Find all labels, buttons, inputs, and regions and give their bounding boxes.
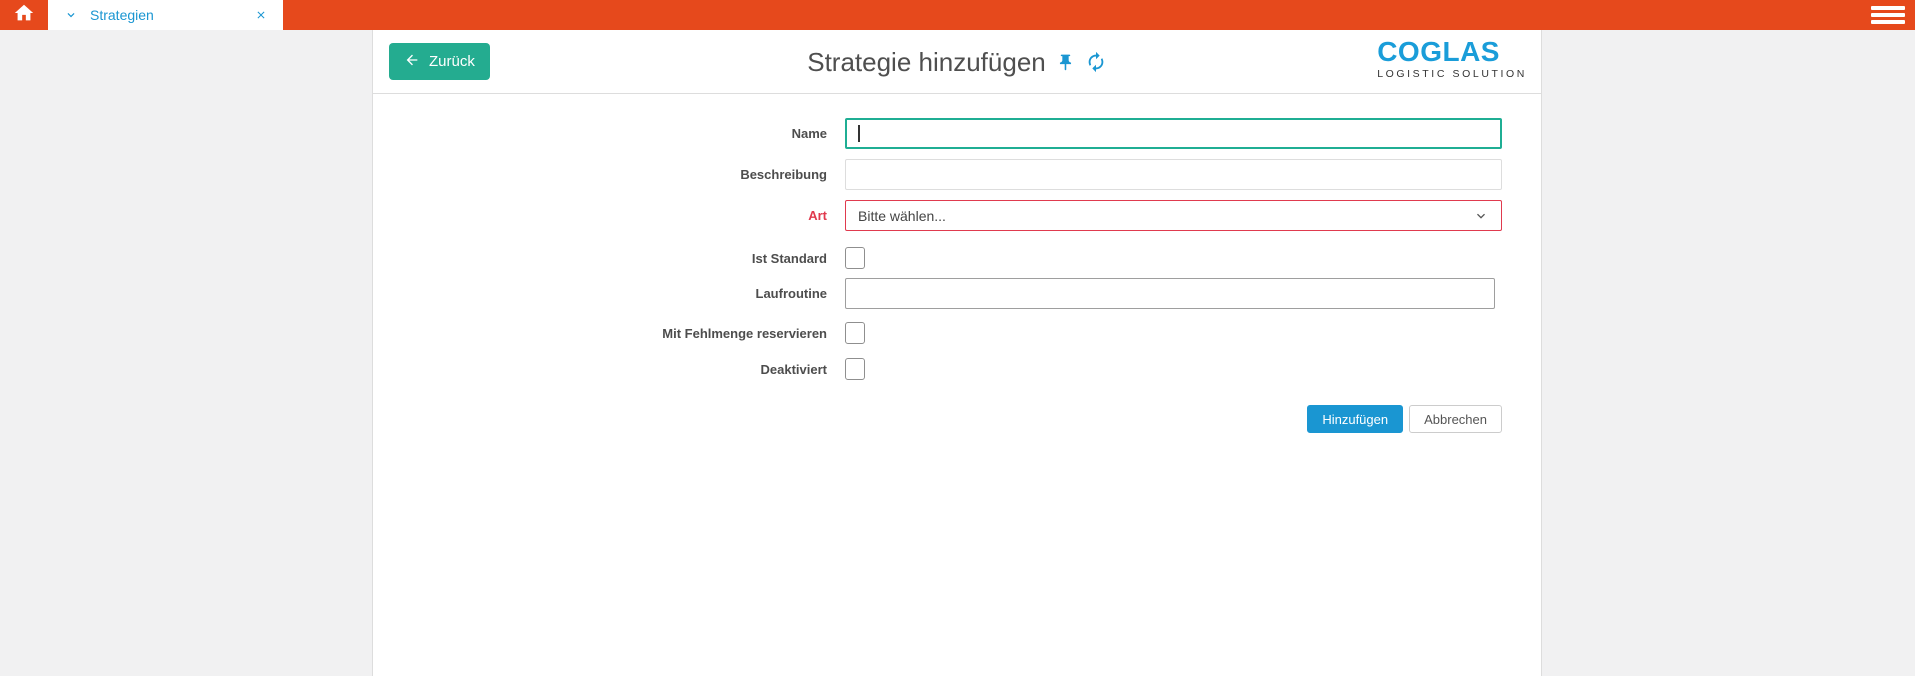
form-row-art: Art Bitte wählen...	[373, 200, 1541, 231]
text-caret	[858, 125, 860, 142]
ist-standard-label: Ist Standard	[373, 251, 827, 266]
form-row-laufroutine: Laufroutine	[373, 278, 1541, 309]
topbar-spacer	[283, 0, 1861, 30]
form-row-ist-standard: Ist Standard	[373, 247, 1541, 269]
deaktiviert-control	[845, 358, 1502, 380]
pin-icon[interactable]	[1056, 53, 1075, 72]
art-select-value: Bitte wählen...	[858, 208, 1473, 224]
home-icon	[13, 2, 35, 29]
name-control	[845, 118, 1502, 149]
strategy-form: Name Beschreibung Art Bitte wählen...	[373, 94, 1541, 433]
deaktiviert-checkbox[interactable]	[845, 358, 865, 380]
page-title: Strategie hinzufügen	[807, 47, 1046, 78]
chevron-down-icon[interactable]	[64, 8, 78, 22]
close-icon[interactable]	[255, 9, 267, 21]
card-header: Zurück Strategie hinzufügen COGLAS LOGIS…	[373, 30, 1541, 94]
cancel-button[interactable]: Abbrechen	[1409, 405, 1502, 433]
art-label: Art	[373, 208, 827, 223]
ist-standard-control	[845, 247, 1502, 269]
hamburger-icon[interactable]	[1861, 0, 1915, 30]
form-row-beschreibung: Beschreibung	[373, 159, 1541, 190]
logo-subtitle: LOGISTIC SOLUTION	[1377, 68, 1527, 80]
content-card: Zurück Strategie hinzufügen COGLAS LOGIS…	[372, 30, 1542, 676]
beschreibung-input[interactable]	[845, 159, 1502, 190]
mit-fehlmenge-checkbox[interactable]	[845, 322, 865, 344]
tab-label: Strategien	[90, 7, 255, 23]
coglas-logo: COGLAS LOGISTIC SOLUTION	[1377, 38, 1527, 80]
laufroutine-control	[845, 278, 1502, 309]
submit-button[interactable]: Hinzufügen	[1307, 405, 1403, 433]
name-label: Name	[373, 126, 827, 141]
beschreibung-control	[845, 159, 1502, 190]
form-row-deaktiviert: Deaktiviert	[373, 358, 1541, 380]
ist-standard-checkbox[interactable]	[845, 247, 865, 269]
laufroutine-label: Laufroutine	[373, 286, 827, 301]
laufroutine-input[interactable]	[845, 278, 1495, 309]
form-actions: Hinzufügen Abbrechen	[845, 405, 1502, 433]
title-wrap: Strategie hinzufügen	[373, 30, 1541, 94]
mit-fehlmenge-label: Mit Fehlmenge reservieren	[373, 326, 827, 341]
art-control: Bitte wählen...	[845, 200, 1502, 231]
chevron-down-icon	[1473, 208, 1489, 224]
refresh-icon[interactable]	[1085, 51, 1107, 73]
form-row-name: Name	[373, 118, 1541, 149]
tab-strategien[interactable]: Strategien	[48, 0, 283, 30]
logo-name: COGLAS	[1377, 38, 1527, 66]
mit-fehlmenge-control	[845, 322, 1502, 344]
beschreibung-label: Beschreibung	[373, 167, 827, 182]
deaktiviert-label: Deaktiviert	[373, 362, 827, 377]
art-select[interactable]: Bitte wählen...	[845, 200, 1502, 231]
home-button[interactable]	[0, 0, 48, 30]
form-row-mit-fehlmenge: Mit Fehlmenge reservieren	[373, 322, 1541, 344]
top-bar: Strategien	[0, 0, 1915, 30]
name-input[interactable]	[845, 118, 1502, 149]
